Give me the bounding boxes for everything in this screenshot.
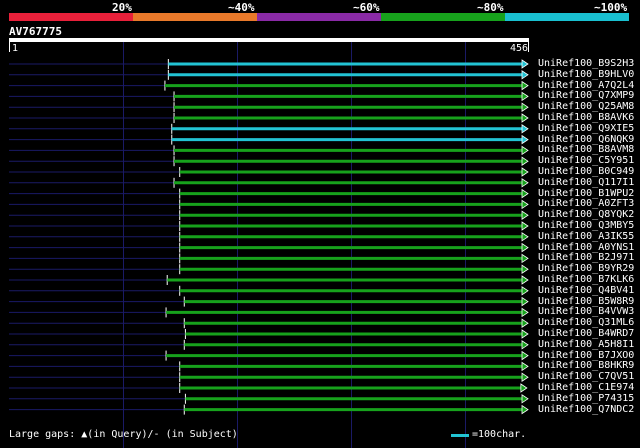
hit-end-arrow-icon xyxy=(521,350,529,361)
hit-end-arrow-icon xyxy=(521,188,529,199)
hit-name-link[interactable]: UniRef100_B4WRD7 xyxy=(538,328,634,339)
hit-name-link[interactable]: UniRef100_A5H8I1 xyxy=(538,339,634,350)
hit-name-link[interactable]: UniRef100_Q7NDC2 xyxy=(538,404,634,415)
hit-name-link[interactable]: UniRef100_B5W8R9 xyxy=(538,296,634,307)
hit-end-arrow-icon xyxy=(521,264,529,274)
hit-end-arrow-icon xyxy=(521,318,529,328)
hit-end-arrow-icon xyxy=(521,124,529,134)
hit-end-arrow-icon xyxy=(521,286,529,296)
alignment-hits xyxy=(9,59,529,415)
hit-end-arrow-icon xyxy=(521,307,529,318)
hit-name-link[interactable]: UniRef100_Q25AM8 xyxy=(538,101,634,112)
hit-end-arrow-icon xyxy=(521,404,529,415)
hit-end-arrow-icon xyxy=(521,361,529,372)
legend-gaps: Large gaps: ▲(in Query)/- (in Subject) xyxy=(9,429,238,440)
hit-end-arrow-icon xyxy=(521,167,529,177)
hit-name-link[interactable]: UniRef100_B9HLV0 xyxy=(538,69,634,80)
hit-end-arrow-icon xyxy=(521,372,529,382)
hit-end-arrow-icon xyxy=(521,275,529,285)
hit-name-link[interactable]: UniRef100_C5Y951 xyxy=(538,155,634,166)
hit-name-link[interactable]: UniRef100_Q9XIE5 xyxy=(538,123,634,134)
hit-name-link[interactable]: UniRef100_Q117I1 xyxy=(538,177,634,188)
hit-name-link[interactable]: UniRef100_Q4BV41 xyxy=(538,285,634,296)
hit-name-link[interactable]: UniRef100_A0ZFT3 xyxy=(538,198,634,209)
legend-scale-swatch xyxy=(451,434,469,437)
hit-name-link[interactable]: UniRef100_A0YNS1 xyxy=(538,242,634,253)
hit-end-arrow-icon xyxy=(521,134,529,145)
hit-end-arrow-icon xyxy=(521,329,529,339)
hit-end-arrow-icon xyxy=(521,253,529,264)
legend-gaps-query: (in Query)/ xyxy=(87,429,154,440)
hit-name-link[interactable]: UniRef100_A3IK55 xyxy=(538,231,634,242)
hit-name-link[interactable]: UniRef100_B8HKR9 xyxy=(538,360,634,371)
hit-name-link[interactable]: UniRef100_P74315 xyxy=(538,393,634,404)
hit-name-link[interactable]: UniRef100_B7KLK6 xyxy=(538,274,634,285)
hit-end-arrow-icon xyxy=(521,221,529,231)
hit-name-link[interactable]: UniRef100_C7QV51 xyxy=(538,371,634,382)
hit-end-arrow-icon xyxy=(521,102,529,112)
legend-gaps-subject: - (in Subject) xyxy=(153,429,238,440)
hit-end-arrow-icon xyxy=(521,145,529,156)
hit-end-arrow-icon xyxy=(521,394,529,404)
legend-gaps-label: Large gaps: xyxy=(9,429,76,440)
hit-name-link[interactable]: UniRef100_B0C949 xyxy=(538,166,634,177)
hit-name-link[interactable]: UniRef100_B4VVW3 xyxy=(538,306,634,317)
hit-end-arrow-icon xyxy=(521,199,529,210)
hit-name-link[interactable]: UniRef100_Q31ML6 xyxy=(538,317,634,328)
hit-name-link[interactable]: UniRef100_C1E974 xyxy=(538,382,634,393)
hit-name-link[interactable]: UniRef100_B9YR29 xyxy=(538,263,634,274)
hit-end-arrow-icon xyxy=(521,242,529,253)
legend-scale-label: =100char. xyxy=(472,429,527,440)
hit-name-link[interactable]: UniRef100_B2J971 xyxy=(538,252,634,263)
hit-name-link[interactable]: UniRef100_A7Q2L4 xyxy=(538,80,634,91)
hit-name-link[interactable]: UniRef100_B8AVK6 xyxy=(538,112,634,123)
hit-end-arrow-icon xyxy=(521,210,529,220)
hit-name-link[interactable]: UniRef100_B9S2H3 xyxy=(538,58,634,69)
hit-end-arrow-icon xyxy=(521,59,529,69)
hit-name-link[interactable]: UniRef100_Q6NQK9 xyxy=(538,134,634,145)
hit-end-arrow-icon xyxy=(521,340,529,350)
hit-end-arrow-icon xyxy=(521,113,529,123)
hit-name-link[interactable]: UniRef100_Q3MBY5 xyxy=(538,220,634,231)
hit-end-arrow-icon xyxy=(521,232,529,242)
hit-name-link[interactable]: UniRef100_Q8YQK2 xyxy=(538,209,634,220)
hit-end-arrow-icon xyxy=(521,70,529,80)
hit-end-arrow-icon xyxy=(520,383,528,393)
hit-name-link[interactable]: UniRef100_B7JXO0 xyxy=(538,350,634,361)
hit-end-arrow-icon xyxy=(521,296,529,307)
hit-end-arrow-icon xyxy=(521,156,529,166)
hit-end-arrow-icon xyxy=(521,80,529,91)
hit-end-arrow-icon xyxy=(521,178,529,188)
hit-name-link[interactable]: UniRef100_B8AVM8 xyxy=(538,144,634,155)
hit-end-arrow-icon xyxy=(521,91,529,102)
hit-name-link[interactable]: UniRef100_B1WPU2 xyxy=(538,188,634,199)
hit-name-link[interactable]: UniRef100_Q7XMP9 xyxy=(538,90,634,101)
